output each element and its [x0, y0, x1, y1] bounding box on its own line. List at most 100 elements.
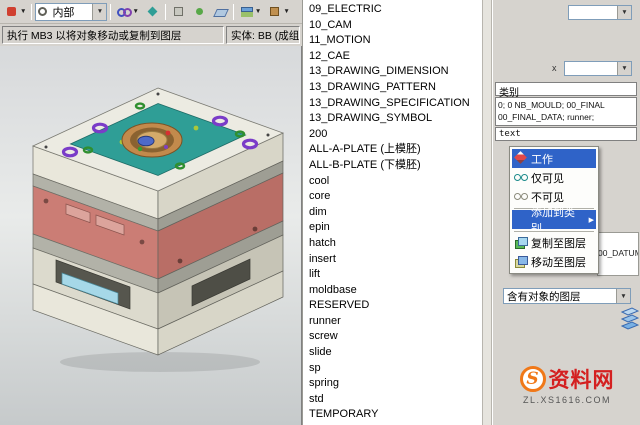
- layer-list-item[interactable]: TEMPORARY: [309, 407, 482, 423]
- layers-combo-value: 含有对象的图层: [504, 289, 584, 304]
- menu-item-label: 复制至图层: [531, 235, 586, 251]
- graphics-viewport[interactable]: [0, 46, 302, 425]
- sphere-icon: [192, 4, 207, 19]
- work-layer-icon: [514, 152, 528, 165]
- layer-settings-button[interactable]: ▼: [237, 2, 263, 21]
- category-line-2: 00_FINAL_DATA; runner;: [498, 111, 634, 123]
- stacked-layers-icon[interactable]: [619, 306, 639, 332]
- layer-list-item[interactable]: cool: [309, 174, 482, 190]
- layer-list-item[interactable]: insert: [309, 252, 482, 268]
- insert-button[interactable]: [143, 2, 162, 21]
- boundary-icon: [171, 4, 186, 19]
- layer-listbox-partial[interactable]: 00_DATUM: [597, 232, 639, 276]
- layer-list-item[interactable]: sp: [309, 361, 482, 377]
- second-filter-combo[interactable]: ▼: [564, 61, 632, 76]
- layer-context-menu: 工作 仅可见 不可见 添加到类别 ▶: [509, 146, 599, 274]
- layer-list-item[interactable]: 09_ELECTRIC: [309, 2, 482, 18]
- mold-3d-view: [0, 46, 302, 425]
- layer-category-items: 09_ELECTRIC 10_CAM 11_MOTION 12_CAE 13_D…: [303, 0, 482, 423]
- watermark: S 资料网 ZL.XS1616.COM: [495, 364, 639, 405]
- menu-item-label: 不可见: [531, 189, 564, 205]
- layer-list-item[interactable]: moldbase: [309, 283, 482, 299]
- plane-button[interactable]: [211, 2, 230, 21]
- submenu-arrow-icon: ▶: [589, 216, 594, 224]
- hole-dot: [45, 146, 48, 149]
- dropdown-arrow-icon: ▼: [132, 8, 138, 15]
- top-filter-combo[interactable]: ▼: [568, 5, 632, 20]
- layer-list-item[interactable]: RESERVED: [309, 298, 482, 314]
- locating-ring: [122, 123, 182, 157]
- move-to-layer-icon: [514, 255, 528, 268]
- filter-mark: x: [552, 63, 557, 73]
- menu-item[interactable]: 工作: [512, 149, 596, 168]
- combo-dropdown-button[interactable]: ▼: [616, 289, 630, 303]
- copy-to-layer-icon: [514, 236, 528, 249]
- layer-list-item[interactable]: epin: [309, 220, 482, 236]
- layer-category-list: 09_ELECTRIC 10_CAM 11_MOTION 12_CAE 13_D…: [302, 0, 482, 425]
- layer-list-item[interactable]: lift: [309, 267, 482, 283]
- layers-icon: [239, 4, 254, 19]
- layer-list-item[interactable]: runner: [309, 314, 482, 330]
- layer-list-item[interactable]: 13_DRAWING_PATTERN: [309, 80, 482, 96]
- solid-display-button[interactable]: ▼: [265, 2, 291, 21]
- layer-list-item[interactable]: dim: [309, 205, 482, 221]
- category-label: 类别: [495, 82, 637, 96]
- insert-icon: [145, 4, 160, 19]
- plane-icon: [213, 4, 228, 19]
- hole-dot: [267, 134, 270, 137]
- layer-list-item[interactable]: 200: [309, 127, 482, 143]
- menu-item[interactable]: 添加到类别 ▶: [512, 210, 596, 229]
- menu-item-label: 移动至图层: [531, 254, 586, 270]
- menu-item-label: 工作: [531, 151, 553, 167]
- layer-list-item[interactable]: hatch: [309, 236, 482, 252]
- cue-message: 执行 MB3 以将对象移动或复制到图层: [2, 26, 224, 44]
- layers-with-objects-combo[interactable]: 含有对象的图层 ▼: [503, 288, 631, 304]
- dropdown-arrow-icon: ▼: [20, 8, 26, 15]
- menu-item[interactable]: 移动至图层: [512, 252, 596, 271]
- menu-item-icon: [514, 213, 528, 226]
- combo-dropdown-button[interactable]: ▼: [92, 4, 106, 20]
- layer-list-item[interactable]: slide: [309, 345, 482, 361]
- layer-list-item[interactable]: 13_DRAWING_SYMBOL: [309, 111, 482, 127]
- filter-icon: [4, 4, 19, 19]
- layer-list-item[interactable]: 10_CAM: [309, 18, 482, 34]
- layer-list-item[interactable]: 12_CAE: [309, 49, 482, 65]
- invisible-icon: [514, 190, 528, 203]
- watermark-site-name: 资料网: [549, 364, 615, 394]
- visible-only-icon: [514, 171, 528, 184]
- layer-list-item[interactable]: std: [309, 392, 482, 408]
- boundary-button[interactable]: [169, 2, 188, 21]
- solid-icon: [267, 4, 282, 19]
- list-scrollbar[interactable]: [482, 0, 492, 425]
- category-text-area[interactable]: 0; 0 NB_MOULD; 00_FINAL 00_FINAL_DATA; r…: [495, 97, 637, 126]
- dropdown-arrow-icon: ▼: [255, 8, 261, 15]
- layer-list-item[interactable]: screw: [309, 329, 482, 345]
- toolbar-separator: [110, 4, 111, 20]
- status-bar: 执行 MB3 以将对象移动或复制到图层 实体: BB (成组): [0, 24, 302, 46]
- scope-icon: [38, 7, 47, 16]
- partial-list-item: 00_DATUM: [598, 248, 639, 258]
- selection-scope-combo[interactable]: 内部 ▼: [35, 3, 107, 21]
- menu-item[interactable]: 仅可见: [512, 168, 596, 187]
- layer-list-item[interactable]: core: [309, 189, 482, 205]
- watermark-logo-icon: S: [520, 366, 546, 392]
- selection-filter-button[interactable]: ▼: [2, 2, 28, 21]
- combo-dropdown-button[interactable]: ▼: [617, 62, 631, 75]
- layer-list-item[interactable]: 13_DRAWING_DIMENSION: [309, 64, 482, 80]
- snap-rings-button[interactable]: ▼: [114, 2, 140, 21]
- scope-combo-value: 内部: [49, 4, 77, 20]
- category-filter-input[interactable]: text: [495, 127, 637, 141]
- layer-list-item[interactable]: 13_DRAWING_SPECIFICATION: [309, 96, 482, 112]
- layer-settings-panel: ▼ x ▼ 类别 0; 0 NB_MOULD; 00_FINAL 00_FINA…: [492, 0, 640, 425]
- sphere-button[interactable]: [190, 2, 209, 21]
- menu-item-label: 仅可见: [531, 170, 564, 186]
- menu-item-label: 添加到类别: [531, 204, 586, 236]
- layer-list-item[interactable]: 11_MOTION: [309, 33, 482, 49]
- combo-dropdown-button[interactable]: ▼: [617, 6, 631, 19]
- toolbar-separator: [31, 4, 32, 20]
- layer-list-item[interactable]: ALL-B-PLATE (下模胚): [309, 158, 482, 174]
- layer-list-item[interactable]: spring: [309, 376, 482, 392]
- menu-item[interactable]: 复制至图层: [512, 233, 596, 252]
- layer-list-item[interactable]: ALL-A-PLATE (上模胚): [309, 142, 482, 158]
- category-line-1: 0; 0 NB_MOULD; 00_FINAL: [498, 99, 634, 111]
